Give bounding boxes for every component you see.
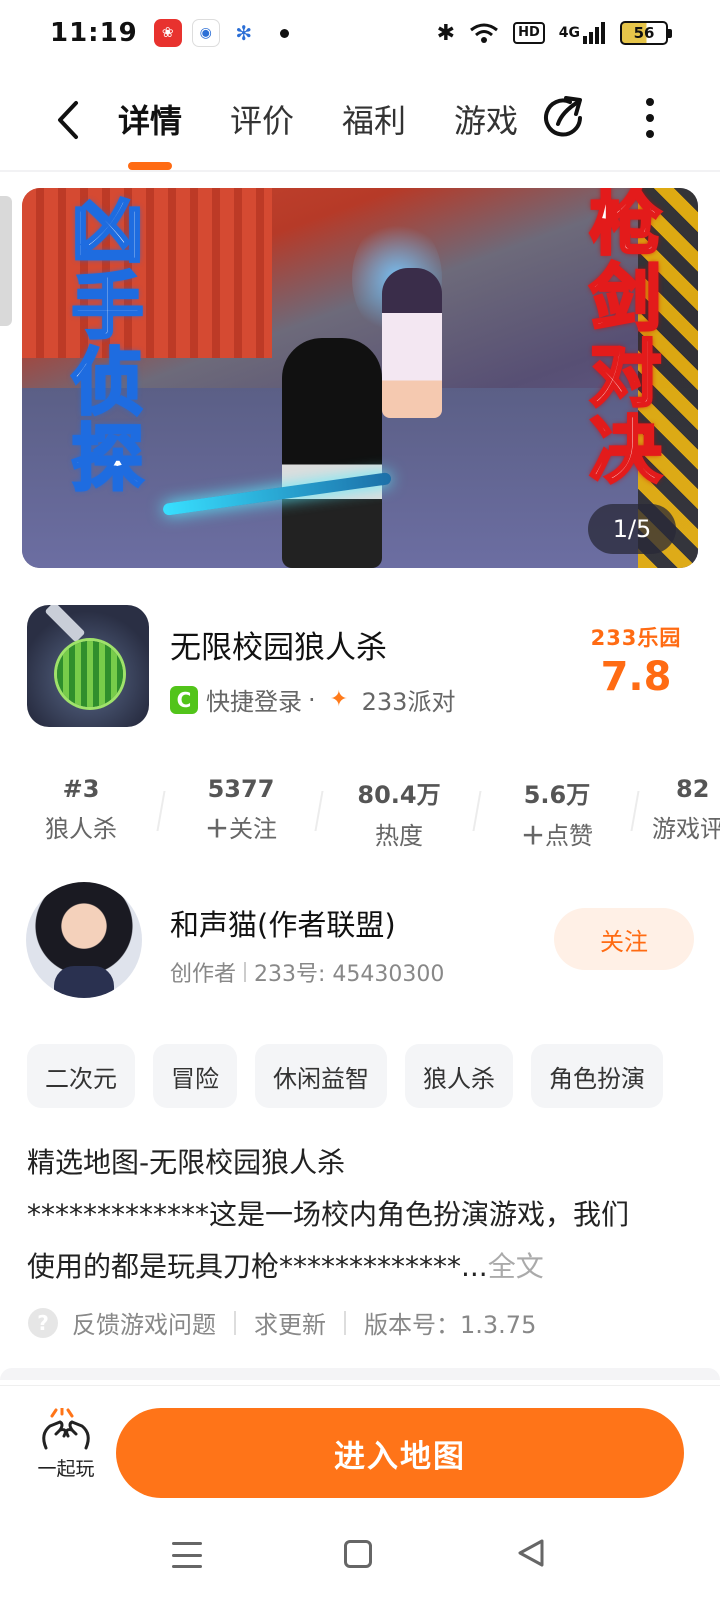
stats-row: #3 狼人杀 5377 ＋关注 80.4万 热度 5.6万 ＋点赞 82 游戏评 — [0, 775, 720, 855]
score-value: 7.8 — [600, 654, 672, 700]
app-notification-icon: ❀ — [153, 19, 182, 47]
author-id: 233号: 45430300 — [254, 962, 445, 987]
play-together-button[interactable]: 一起玩 — [30, 1406, 102, 1481]
stat-followers[interactable]: 5377 ＋关注 — [162, 775, 324, 855]
bluetooth-icon: ✱ — [436, 20, 456, 46]
stat-reviews-label: 游戏评 — [652, 815, 720, 843]
back-icon[interactable] — [48, 98, 88, 142]
game-title: 无限校园狼人杀 — [170, 630, 387, 666]
clapping-hands-icon — [30, 1406, 102, 1452]
banner-right-text: 枪剑对决 — [576, 188, 663, 490]
game-description: 精选地图-无限校园狼人杀 *************这是一场校内角色扮演游戏，我… — [27, 1137, 703, 1293]
tag-item[interactable]: 狼人杀 — [405, 1044, 513, 1108]
expand-full-text-link[interactable]: 全文 — [488, 1250, 544, 1283]
author-role: 创作者 — [170, 962, 237, 987]
more-options-icon[interactable] — [640, 94, 660, 142]
back-triangle-icon[interactable] — [516, 1538, 546, 1568]
stat-followers-value: 5377 — [207, 775, 275, 803]
party-label: 233派对 — [361, 688, 456, 716]
meta-separator: · — [308, 685, 316, 714]
system-nav-bar — [0, 1512, 720, 1612]
more-notifications-dot — [279, 28, 289, 38]
section-divider — [0, 1368, 720, 1380]
tab-games[interactable]: 游戏 — [454, 96, 518, 142]
tag-item[interactable]: 角色扮演 — [531, 1044, 663, 1108]
stat-heat-label: 热度 — [375, 822, 423, 850]
hd-icon: HD — [513, 22, 545, 44]
recent-apps-icon[interactable] — [172, 1542, 202, 1568]
feedback-link[interactable]: 反馈游戏问题 — [72, 1305, 216, 1340]
nav-divider — [0, 170, 720, 172]
status-bar: 11:19 ❀ ◉ ✻ ✱ HD 4G 56 — [0, 0, 720, 66]
question-icon: ? — [28, 1307, 58, 1338]
bottom-action-bar: 一起玩 进入地图 — [0, 1385, 720, 1505]
enter-map-button[interactable]: 进入地图 — [116, 1408, 684, 1498]
status-right: ✱ HD 4G 56 — [436, 20, 672, 46]
tag-item[interactable]: 二次元 — [27, 1044, 135, 1108]
stat-reviews[interactable]: 82 游戏评 — [636, 775, 720, 855]
stat-likes-value: 5.6万 — [523, 781, 591, 809]
share-icon[interactable] — [540, 94, 588, 142]
banner-character — [382, 268, 442, 418]
tab-bar: 详情 评价 福利 游戏 — [118, 96, 518, 170]
tab-reviews[interactable]: 评价 — [230, 96, 294, 142]
notification-icons: ❀ ◉ ✻ — [153, 19, 289, 47]
stat-likes-label: ＋点赞 — [521, 822, 593, 850]
side-handle[interactable] — [0, 196, 12, 326]
footer-links: ? 反馈游戏问题 求更新 版本号：1.3.75 — [28, 1305, 536, 1340]
quick-login-icon: C — [170, 685, 198, 714]
game-meta: C 快捷登录 · ✦ 233派对 — [170, 682, 455, 717]
description-line: 使用的都是玩具刀枪*************...全文 — [27, 1250, 544, 1283]
wifi-icon — [470, 23, 499, 43]
stat-followers-label: ＋关注 — [205, 815, 277, 843]
stat-reviews-value: 82 — [676, 775, 710, 803]
description-line: *************这是一场校内角色扮演游戏，我们 — [27, 1198, 630, 1231]
network-label: 4G — [558, 25, 580, 41]
author-name[interactable]: 和声猫(作者联盟) — [170, 902, 396, 944]
tag-item[interactable]: 冒险 — [153, 1044, 237, 1108]
follow-button[interactable]: 关注 — [554, 908, 694, 970]
author-avatar[interactable] — [26, 882, 142, 998]
score-brand-text: 乐园 — [637, 626, 682, 650]
top-nav: 详情 评价 福利 游戏 — [0, 80, 720, 170]
tab-details[interactable]: 详情 — [118, 96, 182, 170]
party-icon: ✦ — [329, 686, 349, 712]
baidu-icon: ✻ — [229, 19, 258, 47]
stat-rank-label: 狼人杀 — [45, 815, 117, 843]
status-time: 11:19 — [50, 18, 138, 48]
stat-likes[interactable]: 5.6万 ＋点赞 — [478, 775, 640, 855]
stat-heat-value: 80.4万 — [357, 781, 441, 809]
author-meta: 创作者 233号: 45430300 — [170, 956, 444, 988]
stat-heat[interactable]: 80.4万 热度 — [320, 775, 482, 855]
screenshot-carousel[interactable]: 凶手侦探 枪剑对决 1/5 — [22, 188, 698, 568]
stat-rank[interactable]: #3 狼人杀 — [0, 775, 166, 855]
battery-icon: 56 — [620, 21, 672, 45]
plus-icon: ＋ — [205, 815, 229, 843]
banner-left-text: 凶手侦探 — [58, 191, 145, 498]
signal-icon — [583, 22, 605, 44]
description-line: 精选地图-无限校园狼人杀 — [27, 1146, 346, 1179]
request-update-link[interactable]: 求更新 — [254, 1305, 326, 1340]
home-icon[interactable] — [344, 1540, 372, 1568]
score-brand-num: 233 — [590, 626, 638, 650]
app-notification-icon: ◉ — [191, 19, 220, 47]
version-label: 版本号：1.3.75 — [364, 1311, 537, 1339]
tag-list: 二次元 冒险 休闲益智 狼人杀 角色扮演 — [27, 1044, 720, 1108]
score-block: 233乐园 7.8 — [580, 622, 692, 700]
banner-character — [282, 338, 382, 568]
plus-icon: ＋ — [521, 822, 545, 850]
stat-rank-value: #3 — [62, 775, 100, 803]
play-together-label: 一起玩 — [37, 1458, 95, 1480]
quick-login-label: 快捷登录 — [206, 688, 302, 716]
battery-level: 56 — [633, 24, 655, 42]
tab-benefits[interactable]: 福利 — [342, 96, 406, 142]
score-brand: 233乐园 — [580, 622, 692, 652]
game-icon — [27, 605, 149, 727]
carousel-pager: 1/5 — [588, 504, 676, 554]
tag-item[interactable]: 休闲益智 — [255, 1044, 387, 1108]
